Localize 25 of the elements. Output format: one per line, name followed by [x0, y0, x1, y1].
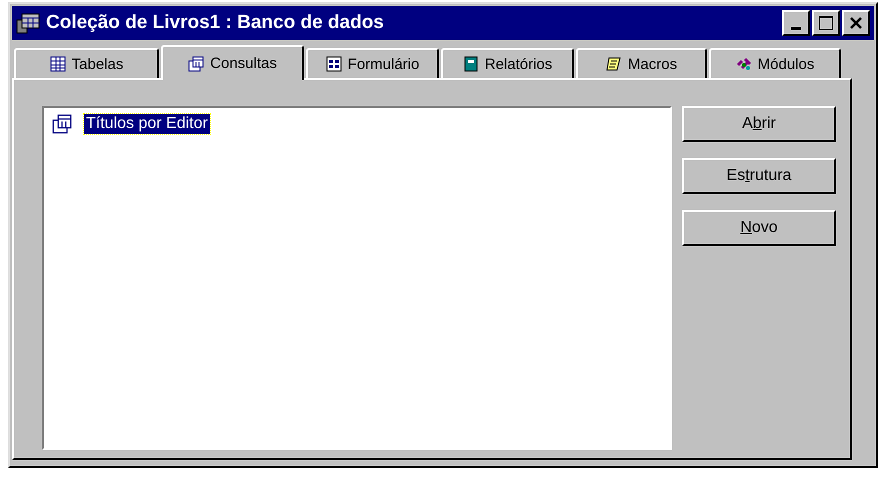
action-button[interactable]: Estrutura — [682, 158, 836, 194]
close-icon — [849, 16, 863, 30]
action-button[interactable]: Novo — [682, 210, 836, 246]
table-icon — [50, 56, 66, 72]
minimize-icon — [791, 26, 801, 30]
tab[interactable]: Consultas — [161, 45, 304, 80]
maximize-icon — [818, 15, 834, 31]
minimize-button[interactable] — [782, 10, 810, 36]
form-icon — [326, 56, 342, 72]
tab[interactable]: Macros — [576, 48, 707, 78]
tab[interactable]: Tabelas — [14, 48, 159, 78]
close-button[interactable] — [842, 10, 870, 36]
tab[interactable]: Relatórios — [441, 48, 574, 78]
book-icon — [462, 56, 479, 72]
module-icon — [736, 56, 752, 72]
maximize-button[interactable] — [812, 10, 840, 36]
database-icon — [16, 12, 40, 34]
list-item[interactable]: Títulos por Editor — [84, 114, 210, 134]
query-icon — [188, 56, 204, 72]
action-button[interactable]: Abrir — [682, 106, 836, 142]
window-title: Coleção de Livros1 : Banco de dados — [46, 12, 385, 34]
query-icon — [52, 114, 72, 134]
tab[interactable]: Módulos — [709, 48, 841, 78]
tab[interactable]: Formulário — [306, 48, 439, 78]
scroll-icon — [606, 56, 622, 72]
